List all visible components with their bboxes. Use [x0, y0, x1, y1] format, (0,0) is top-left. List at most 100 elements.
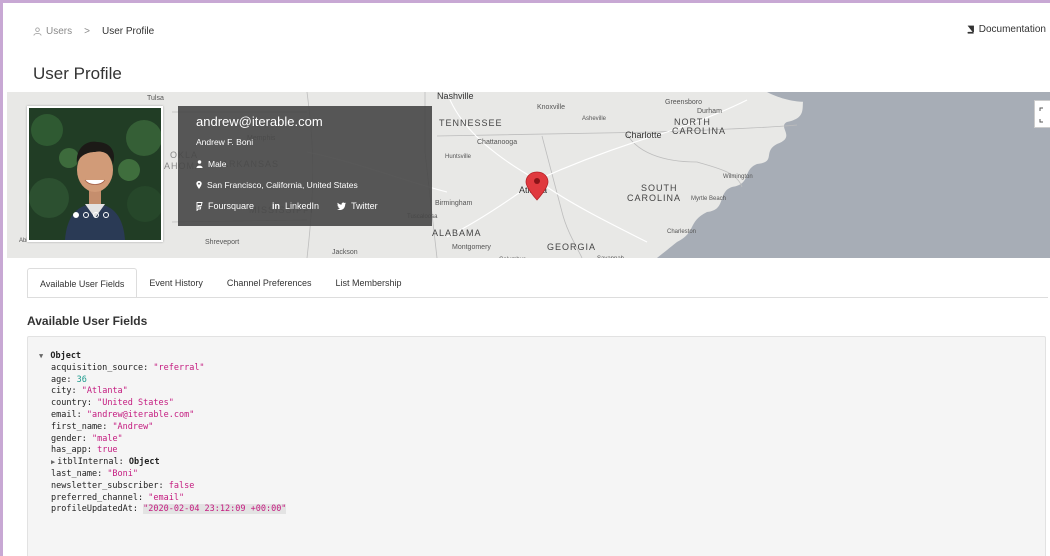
frame-border-top — [0, 0, 1050, 3]
foursquare-icon — [196, 201, 203, 211]
map-label-tulsa: Tulsa — [147, 95, 164, 102]
documentation-label: Documentation — [978, 24, 1046, 35]
json-fields: acquisition_source: "referral" age: 36 c… — [39, 363, 1034, 516]
linkedin-label: LinkedIn — [285, 201, 320, 211]
map-label-shreveport: Shreveport — [205, 239, 239, 246]
json-key: profileUpdatedAt — [51, 504, 133, 515]
tab-available-user-fields[interactable]: Available User Fields — [27, 268, 138, 298]
tab-channel-preferences[interactable]: Channel Preferences — [215, 268, 324, 298]
collapse-arrow-icon[interactable]: ▼ — [39, 352, 43, 360]
map-label-carolina-south: CAROLINA — [627, 193, 681, 203]
photo-carousel-dots — [73, 212, 109, 218]
twitter-link[interactable]: Twitter — [337, 201, 378, 211]
map-label-myrtle-beach: Myrtle Beach — [691, 196, 726, 202]
map-label-savannah: Savannah — [597, 256, 624, 258]
map-label-birmingham: Birmingham — [435, 200, 473, 207]
map-label-wilmington: Wilmington — [723, 174, 753, 180]
json-key: email — [51, 409, 77, 420]
profile-location: San Francisco, California, United States — [207, 180, 358, 190]
json-field-row: country: "United States" — [51, 398, 174, 409]
documentation-link[interactable]: Documentation — [966, 24, 1046, 35]
map-marker-icon — [196, 181, 202, 189]
json-key: newsletter_subscriber — [51, 480, 159, 491]
profile-info-panel: andrew@iterable.com Andrew F. Boni Male … — [178, 106, 432, 226]
tab-list-membership[interactable]: List Membership — [323, 268, 413, 298]
linkedin-link[interactable]: in LinkedIn — [272, 201, 319, 211]
json-value: true — [97, 445, 118, 456]
json-field-row-expandable[interactable]: ▶ itblInternal: Object — [51, 457, 1034, 469]
person-icon — [196, 160, 203, 168]
json-value: "email" — [148, 492, 185, 503]
breadcrumb: Users > User Profile — [33, 26, 154, 37]
carousel-dot[interactable] — [73, 212, 79, 218]
json-key: age — [51, 374, 67, 385]
json-value: "male" — [91, 433, 123, 444]
json-value: "2020-02-04 23:12:09 +00:00" — [143, 504, 287, 515]
json-field-row: preferred_channel: "email" — [51, 492, 185, 503]
tab-event-history[interactable]: Event History — [137, 268, 215, 298]
json-field-row: gender: "male" — [51, 433, 123, 444]
twitter-label: Twitter — [351, 201, 378, 211]
json-field-row: has_app: true — [51, 445, 118, 456]
profile-photo — [29, 108, 161, 240]
map-label-knoxville: Knoxville — [537, 104, 565, 111]
social-links: Foursquare in LinkedIn Twitter — [196, 201, 414, 211]
json-key: first_name — [51, 421, 103, 432]
profile-gender-row: Male — [196, 159, 414, 169]
json-root-label: Object — [50, 351, 82, 361]
json-key: acquisition_source — [51, 362, 144, 373]
breadcrumb-users-label: Users — [46, 26, 73, 37]
carousel-dot[interactable] — [103, 212, 109, 218]
json-field-row: newsletter_subscriber: false — [51, 480, 195, 491]
section-title: Available User Fields — [27, 314, 148, 328]
foursquare-link[interactable]: Foursquare — [196, 201, 254, 211]
profile-email: andrew@iterable.com — [196, 114, 323, 129]
json-field-row: city: "Atlanta" — [51, 386, 128, 397]
map-label-columbus: Columbus — [499, 257, 526, 258]
json-key: city — [51, 386, 72, 397]
json-field-row: profileUpdatedAt: "2020-02-04 23:12:09 +… — [51, 504, 287, 515]
map-label-charlotte: Charlotte — [625, 130, 662, 140]
json-root[interactable]: ▼ Object — [39, 351, 1034, 363]
map-label-charleston: Charleston — [667, 229, 696, 235]
json-value: "Andrew" — [112, 421, 154, 432]
tabs-divider — [27, 297, 1048, 298]
json-field-row: last_name: "Boni" — [51, 468, 139, 479]
map-label-asheville: Asheville — [582, 116, 607, 122]
map-label-jackson: Jackson — [332, 249, 358, 256]
json-value: false — [168, 480, 195, 491]
breadcrumb-users-link[interactable]: Users — [33, 26, 72, 37]
users-icon — [33, 27, 42, 36]
linkedin-icon: in — [272, 201, 281, 211]
expand-arrow-icon[interactable]: ▶ — [51, 458, 55, 466]
json-value: "andrew@iterable.com" — [86, 409, 195, 420]
json-field-row: age: 36 — [51, 374, 87, 385]
json-value: "Atlanta" — [81, 386, 128, 397]
page-title: User Profile — [33, 64, 122, 83]
map-label-alabama: ALABAMA — [432, 228, 482, 238]
fullscreen-toggle-button[interactable] — [1034, 100, 1050, 128]
profile-tabs: Available User Fields Event History Chan… — [27, 268, 414, 298]
carousel-dot[interactable] — [93, 212, 99, 218]
twitter-icon — [337, 202, 347, 210]
map-graphic: Tulsa Memphis ARKANSAS OKLA AHOMA Shreve… — [7, 92, 1050, 258]
json-field-row: first_name: "Andrew" — [51, 421, 154, 432]
foursquare-label: Foursquare — [208, 201, 255, 211]
map-label-carolina-north: CAROLINA — [672, 126, 726, 136]
map-label-georgia: GEORGIA — [547, 242, 596, 252]
carousel-dot[interactable] — [83, 212, 89, 218]
map-label-huntsville: Huntsville — [445, 154, 472, 160]
json-value: 36 — [76, 374, 87, 385]
map-label-greensboro: Greensboro — [665, 99, 702, 106]
map-label-chattanooga: Chattanooga — [477, 139, 517, 146]
profile-location-row: San Francisco, California, United States — [196, 180, 414, 190]
location-map[interactable]: Tulsa Memphis ARKANSAS OKLA AHOMA Shreve… — [7, 92, 1050, 258]
book-icon — [967, 25, 974, 34]
map-label-nashville: Nashville — [437, 92, 474, 101]
person-avatar-icon — [29, 108, 161, 240]
json-key: last_name — [51, 468, 98, 479]
json-key: has_app — [51, 445, 87, 456]
profile-gender: Male — [208, 159, 227, 169]
json-key: itblInternal — [57, 457, 119, 468]
profile-photo-card[interactable] — [27, 106, 163, 242]
